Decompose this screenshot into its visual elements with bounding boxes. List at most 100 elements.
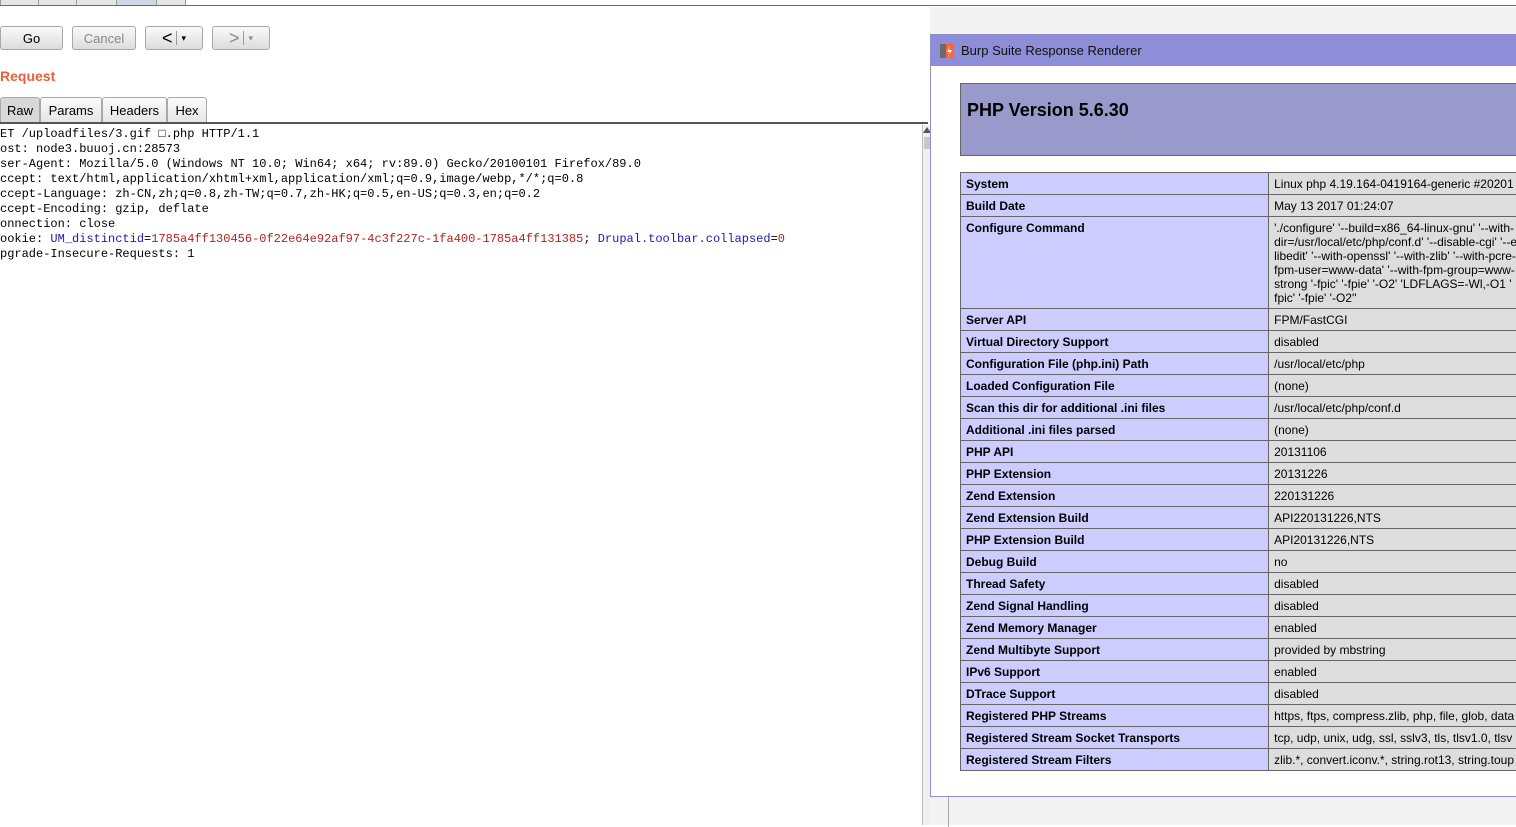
renderer-titlebar[interactable]: Burp Suite Response Renderer (931, 35, 1516, 66)
forward-button[interactable]: > ▾ (212, 26, 270, 50)
info-value: API220131226,NTS (1269, 507, 1516, 529)
info-table-row: IPv6 Supportenabled (961, 661, 1516, 683)
cancel-button[interactable]: Cancel (72, 26, 136, 50)
info-table-row: DTrace Supportdisabled (961, 683, 1516, 705)
go-button[interactable]: Go (0, 26, 63, 50)
info-value: 20131226 (1269, 463, 1516, 485)
info-key: Thread Safety (961, 573, 1269, 595)
info-value: API20131226,NTS (1269, 529, 1516, 551)
back-button[interactable]: < ▾ (145, 26, 203, 50)
info-value: Linux php 4.19.164-0419164-generic #2020… (1269, 173, 1516, 195)
info-value: disabled (1269, 683, 1516, 705)
info-key: Scan this dir for additional .ini files (961, 397, 1269, 419)
info-value: disabled (1269, 595, 1516, 617)
info-key: Registered Stream Filters (961, 749, 1269, 771)
info-value: 220131226 (1269, 485, 1516, 507)
info-key: Zend Multibyte Support (961, 639, 1269, 661)
raw-request-editor[interactable]: ET /uploadfiles/3.gif □.php HTTP/1.1 ost… (0, 125, 922, 825)
back-arrow-icon: < (162, 29, 173, 47)
php-version-title: PHP Version 5.6.30 (967, 100, 1129, 121)
info-table-row: Registered Stream Filterszlib.*, convert… (961, 749, 1516, 771)
tab-hex[interactable]: Hex (167, 97, 207, 123)
info-key: Loaded Configuration File (961, 375, 1269, 397)
info-key: Configure Command (961, 217, 1269, 309)
info-key: PHP Extension (961, 463, 1269, 485)
info-value: May 13 2017 01:24:07 (1269, 195, 1516, 217)
info-table-row: Configure Command'./configure' '--build=… (961, 217, 1516, 309)
burp-logo-icon (939, 43, 955, 59)
info-key: Build Date (961, 195, 1269, 217)
info-table-row: Debug Buildno (961, 551, 1516, 573)
info-table-row: PHP API20131106 (961, 441, 1516, 463)
cookie-name: Drupal.toolbar.collapsed (598, 232, 771, 246)
info-table-row: Build DateMay 13 2017 01:24:07 (961, 195, 1516, 217)
info-value: disabled (1269, 331, 1516, 353)
info-table-row: Virtual Directory Supportdisabled (961, 331, 1516, 353)
info-table-row: Registered Stream Socket Transportstcp, … (961, 727, 1516, 749)
info-key: Debug Build (961, 551, 1269, 573)
info-value: 20131106 (1269, 441, 1516, 463)
php-version-header: PHP Version 5.6.30 (960, 83, 1516, 156)
tab-raw[interactable]: Raw (0, 97, 40, 123)
info-value: provided by mbstring (1269, 639, 1516, 661)
info-table-row: PHP Extension BuildAPI20131226,NTS (961, 529, 1516, 551)
header-line: pgrade-Insecure-Requests: 1 (0, 247, 194, 262)
info-table-row: Zend Multibyte Supportprovided by mbstri… (961, 639, 1516, 661)
info-key: Zend Extension Build (961, 507, 1269, 529)
forward-arrow-icon: > (229, 29, 240, 47)
top-tab-strip (0, 0, 1516, 7)
chevron-down-icon[interactable]: ▾ (248, 33, 253, 44)
info-key: Zend Memory Manager (961, 617, 1269, 639)
chevron-down-icon[interactable]: ▾ (181, 33, 186, 44)
info-table-row: Zend Signal Handlingdisabled (961, 595, 1516, 617)
info-value: no (1269, 551, 1516, 573)
header-line: ccept-Encoding: gzip, deflate (0, 202, 209, 217)
info-key: Zend Signal Handling (961, 595, 1269, 617)
tab-params[interactable]: Params (40, 97, 102, 123)
info-value: tcp, udp, unix, udg, ssl, sslv3, tls, tl… (1269, 727, 1516, 749)
request-line: ET /uploadfiles/3.gif □.php HTTP/1.1 (0, 127, 259, 142)
info-table-row: PHP Extension20131226 (961, 463, 1516, 485)
info-key: PHP Extension Build (961, 529, 1269, 551)
info-key: Configuration File (php.ini) Path (961, 353, 1269, 375)
cookie-name: UM_distinctid (50, 232, 144, 246)
header-line: ser-Agent: Mozilla/5.0 (Windows NT 10.0;… (0, 157, 641, 172)
header-line: onnection: close (0, 217, 115, 232)
header-line: ost: node3.buuoj.cn:28573 (0, 142, 180, 157)
info-key: DTrace Support (961, 683, 1269, 705)
info-key: Registered Stream Socket Transports (961, 727, 1269, 749)
info-value: './configure' '--build=x86_64-linux-gnu'… (1269, 217, 1516, 309)
info-table-row: Scan this dir for additional .ini files/… (961, 397, 1516, 419)
info-table-row: Additional .ini files parsed(none) (961, 419, 1516, 441)
cookie-header-line: ookie: UM_distinctid=1785a4ff130456-0f22… (0, 232, 785, 247)
info-value: /usr/local/etc/php (1269, 353, 1516, 375)
info-value: enabled (1269, 617, 1516, 639)
info-table-row: Server APIFPM/FastCGI (961, 309, 1516, 331)
tab-headers[interactable]: Headers (102, 97, 167, 123)
info-value: (none) (1269, 419, 1516, 441)
info-key: System (961, 173, 1269, 195)
info-table-row: Zend Extension BuildAPI220131226,NTS (961, 507, 1516, 529)
info-key: IPv6 Support (961, 661, 1269, 683)
info-key: Virtual Directory Support (961, 331, 1269, 353)
info-key: Additional .ini files parsed (961, 419, 1269, 441)
response-renderer-window: Burp Suite Response Renderer PHP Version… (930, 34, 1516, 797)
info-table-row: SystemLinux php 4.19.164-0419164-generic… (961, 173, 1516, 195)
header-line: ccept: text/html,application/xhtml+xml,a… (0, 172, 583, 187)
info-table-row: Zend Memory Managerenabled (961, 617, 1516, 639)
info-value: zlib.*, convert.iconv.*, string.rot13, s… (1269, 749, 1516, 771)
info-value: (none) (1269, 375, 1516, 397)
info-value: enabled (1269, 661, 1516, 683)
request-panel-title: Request (0, 68, 55, 84)
info-table-row: Registered PHP Streamshttps, ftps, compr… (961, 705, 1516, 727)
info-value: /usr/local/etc/php/conf.d (1269, 397, 1516, 419)
info-value: https, ftps, compress.zlib, php, file, g… (1269, 705, 1516, 727)
renderer-window-title: Burp Suite Response Renderer (961, 43, 1142, 58)
cookie-value: 1785a4ff130456-0f22e64e92af97-4c3f227c-1… (151, 232, 583, 246)
info-value: FPM/FastCGI (1269, 309, 1516, 331)
info-key: Zend Extension (961, 485, 1269, 507)
info-key: Server API (961, 309, 1269, 331)
php-info-table: SystemLinux php 4.19.164-0419164-generic… (960, 172, 1516, 771)
header-line: ccept-Language: zh-CN,zh;q=0.8,zh-TW;q=0… (0, 187, 540, 202)
info-key: Registered PHP Streams (961, 705, 1269, 727)
